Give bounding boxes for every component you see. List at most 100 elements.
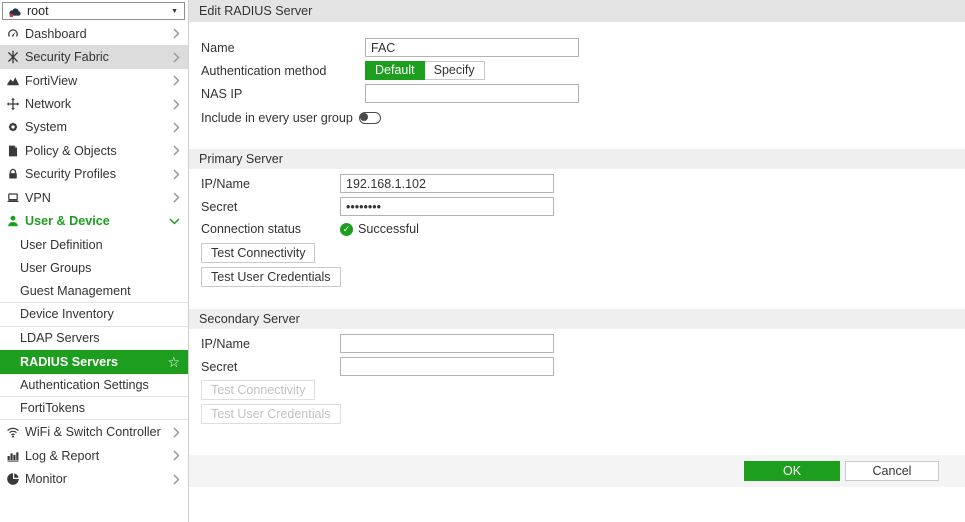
- user-icon: [5, 214, 20, 228]
- include-group-label: Include in every user group: [201, 110, 353, 125]
- sidebar-item-label: Security Fabric: [25, 50, 109, 65]
- sidebar-item-user-device[interactable]: User & Device: [0, 209, 188, 233]
- sidebar-item-user-groups[interactable]: User Groups: [0, 256, 188, 280]
- sidebar-item-label: Authentication Settings: [20, 377, 149, 392]
- success-check-icon: ✓: [340, 222, 353, 236]
- sidebar-item-label: LDAP Servers: [20, 331, 100, 346]
- vdom-selector[interactable]: root ▼: [2, 2, 185, 20]
- sidebar-item-device-inventory[interactable]: Device Inventory: [0, 303, 188, 327]
- chevron-down-icon: [169, 218, 180, 225]
- chevron-right-icon: [173, 145, 180, 156]
- auth-method-label: Authentication method: [201, 63, 327, 78]
- sidebar-item-label: Guest Management: [20, 284, 131, 299]
- sidebar-item-label: WiFi & Switch Controller: [25, 425, 161, 440]
- sidebar-item-label: Dashboard: [25, 26, 87, 41]
- cloud-icon: [7, 5, 22, 18]
- primary-secret-label: Secret: [201, 199, 238, 214]
- sidebar-item-security-fabric[interactable]: Security Fabric: [0, 45, 188, 69]
- sidebar-item-label: Log & Report: [25, 448, 100, 463]
- chevron-right-icon: [173, 427, 180, 438]
- include-group-toggle[interactable]: [358, 111, 381, 124]
- chevron-right-icon: [173, 75, 180, 86]
- vpn-laptop-icon: [5, 191, 20, 205]
- favorite-star-icon[interactable]: ☆: [167, 355, 180, 369]
- primary-secret-input[interactable]: [340, 197, 554, 216]
- connection-status-row: Connection status ✓ Successful: [201, 221, 965, 237]
- include-group-row: Include in every user group: [201, 108, 965, 127]
- cancel-button[interactable]: Cancel: [845, 461, 939, 481]
- auth-method-segmented-control: Default Specify: [365, 61, 485, 80]
- gear-icon: [5, 120, 20, 134]
- app-window: root ▼ Dashboard Security Fabric FortiVi…: [0, 0, 965, 522]
- auth-method-row: Authentication method Default Specify: [201, 61, 965, 80]
- sidebar-item-label: Device Inventory: [20, 307, 114, 322]
- sidebar-item-label: Security Profiles: [25, 167, 116, 182]
- secondary-test-connectivity-button: Test Connectivity: [201, 380, 316, 400]
- ok-button[interactable]: OK: [744, 461, 840, 481]
- sidebar-item-guest-management[interactable]: Guest Management: [0, 279, 188, 304]
- radius-server-form: Name Authentication method Default Speci…: [189, 22, 965, 487]
- name-input[interactable]: [365, 38, 579, 57]
- security-fabric-icon: [5, 50, 20, 64]
- sidebar-item-fortiview[interactable]: FortiView: [0, 68, 188, 93]
- sidebar-item-label: User Definition: [20, 237, 103, 252]
- sidebar-item-label: Monitor: [25, 472, 67, 487]
- sidebar-item-vpn[interactable]: VPN: [0, 186, 188, 210]
- sidebar-item-log-report[interactable]: Log & Report: [0, 443, 188, 468]
- primary-test-user-credentials-button[interactable]: Test User Credentials: [201, 267, 341, 287]
- form-footer: OK Cancel: [189, 455, 965, 487]
- secondary-ip-label: IP/Name: [201, 336, 250, 351]
- dashboard-icon: [5, 27, 20, 41]
- policy-document-icon: [5, 144, 20, 158]
- sidebar-item-radius-servers[interactable]: RADIUS Servers ☆: [0, 350, 188, 374]
- secondary-secret-label: Secret: [201, 359, 238, 374]
- primary-ip-row: IP/Name: [201, 174, 965, 193]
- lock-icon: [5, 167, 20, 181]
- sidebar-item-label: User Groups: [20, 261, 92, 276]
- sidebar-item-wifi-switch-controller[interactable]: WiFi & Switch Controller: [0, 420, 188, 444]
- sidebar-item-label: User & Device: [25, 214, 110, 229]
- primary-test-connectivity-button[interactable]: Test Connectivity: [201, 243, 316, 263]
- caret-down-icon: ▼: [171, 7, 178, 15]
- secondary-ip-row: IP/Name: [201, 334, 965, 353]
- sidebar-item-authentication-settings[interactable]: Authentication Settings: [0, 373, 188, 397]
- sidebar-item-user-definition[interactable]: User Definition: [0, 232, 188, 257]
- primary-ip-input[interactable]: [340, 174, 554, 193]
- primary-server-section-header: Primary Server: [189, 149, 965, 169]
- sidebar-item-system[interactable]: System: [0, 115, 188, 140]
- auth-method-default-button[interactable]: Default: [365, 61, 425, 80]
- connection-status-label: Connection status: [201, 222, 302, 236]
- page-title: Edit RADIUS Server: [189, 0, 965, 22]
- sidebar-item-policy-objects[interactable]: Policy & Objects: [0, 139, 188, 163]
- chevron-right-icon: [173, 99, 180, 110]
- auth-method-specify-button[interactable]: Specify: [424, 61, 485, 80]
- sidebar-item-ldap-servers[interactable]: LDAP Servers: [0, 326, 188, 351]
- secondary-ip-input[interactable]: [340, 334, 554, 353]
- secondary-server-section-header: Secondary Server: [189, 309, 965, 329]
- secondary-secret-input[interactable]: [340, 357, 554, 376]
- sidebar-item-label: FortiTokens: [20, 401, 86, 416]
- nas-ip-input[interactable]: [365, 84, 579, 103]
- sidebar-item-fortitokens[interactable]: FortiTokens: [0, 397, 188, 421]
- name-row: Name: [201, 38, 965, 57]
- sidebar-item-label: RADIUS Servers: [20, 354, 118, 369]
- chevron-right-icon: [173, 474, 180, 485]
- sidebar-item-label: Network: [25, 97, 72, 112]
- bar-chart-icon: [5, 449, 20, 463]
- name-label: Name: [201, 40, 235, 55]
- sidebar-item-network[interactable]: Network: [0, 92, 188, 116]
- sidebar-item-dashboard[interactable]: Dashboard: [0, 22, 188, 46]
- fortiview-chart-icon: [5, 74, 20, 88]
- chevron-right-icon: [173, 28, 180, 39]
- sidebar-item-security-profiles[interactable]: Security Profiles: [0, 162, 188, 187]
- chevron-right-icon: [173, 192, 180, 203]
- secondary-secret-row: Secret: [201, 357, 965, 376]
- secondary-test-user-credentials-button: Test User Credentials: [201, 404, 341, 424]
- pie-chart-icon: [5, 472, 20, 486]
- sidebar-item-label: VPN: [25, 190, 51, 205]
- main-content: Edit RADIUS Server Name Authentication m…: [189, 0, 965, 522]
- connection-status-value: Successful: [358, 222, 419, 236]
- primary-ip-label: IP/Name: [201, 176, 250, 191]
- vdom-value: root: [27, 4, 49, 18]
- sidebar-item-monitor[interactable]: Monitor: [0, 467, 188, 491]
